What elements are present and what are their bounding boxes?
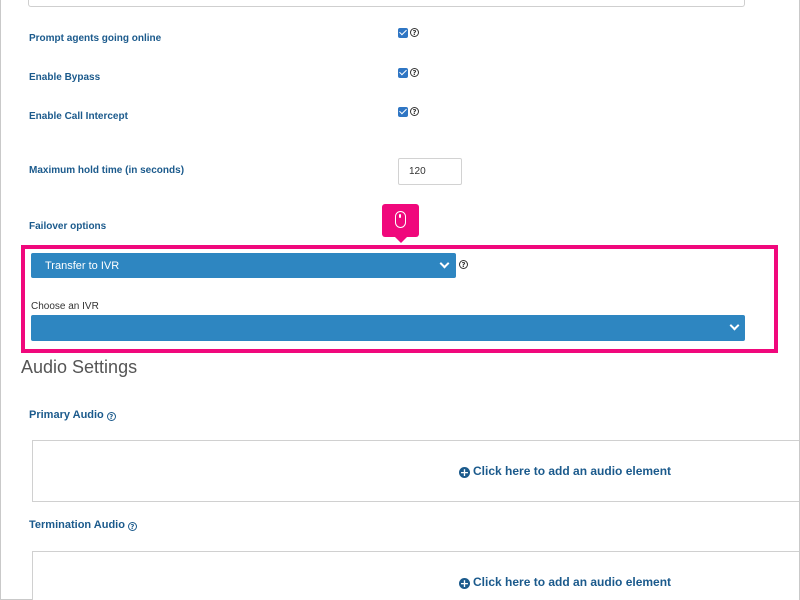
- question-circle-icon[interactable]: ?: [410, 107, 419, 116]
- primary-audio-label: Primary Audio?: [29, 409, 116, 421]
- termination-audio-text: Termination Audio: [29, 519, 125, 531]
- question-circle-icon[interactable]: ?: [106, 412, 116, 421]
- prompt-agents-checkbox[interactable]: [398, 28, 408, 38]
- max-hold-time-label: Maximum hold time (in seconds): [29, 165, 185, 176]
- audio-settings-title: Audio Settings: [21, 357, 138, 377]
- enable-call-intercept-label: Enable Call Intercept: [29, 111, 128, 122]
- enable-bypass-label: Enable Bypass: [29, 72, 101, 83]
- add-primary-audio-text: Click here to add an audio element: [473, 464, 672, 478]
- question-circle-icon[interactable]: ?: [410, 68, 419, 77]
- plus-circle-icon: +: [459, 577, 470, 590]
- question-circle-icon[interactable]: ?: [127, 522, 137, 531]
- primary-audio-text: Primary Audio: [29, 409, 104, 421]
- add-termination-audio-link[interactable]: + Click here to add an audio element: [459, 575, 671, 589]
- primary-audio-box: + Click here to add an audio element: [32, 440, 799, 502]
- focus-highlight: [21, 245, 778, 353]
- mouse-icon: [395, 211, 406, 228]
- max-hold-time-input[interactable]: 120: [398, 158, 462, 185]
- enable-bypass-checkbox[interactable]: [398, 68, 408, 78]
- enable-call-intercept-checkbox[interactable]: [398, 107, 408, 117]
- question-circle-icon[interactable]: ?: [410, 28, 419, 37]
- click-hint-tooltip: [382, 204, 419, 243]
- prompt-agents-label: Prompt agents going online: [29, 33, 162, 44]
- failover-options-label: Failover options: [29, 221, 107, 232]
- termination-audio-label: Termination Audio?: [29, 519, 137, 531]
- add-primary-audio-link[interactable]: + Click here to add an audio element: [459, 464, 671, 478]
- top-text-field[interactable]: [28, 0, 745, 7]
- add-termination-audio-text: Click here to add an audio element: [473, 575, 672, 589]
- plus-circle-icon: +: [459, 466, 470, 479]
- termination-audio-box: + Click here to add an audio element: [32, 551, 799, 600]
